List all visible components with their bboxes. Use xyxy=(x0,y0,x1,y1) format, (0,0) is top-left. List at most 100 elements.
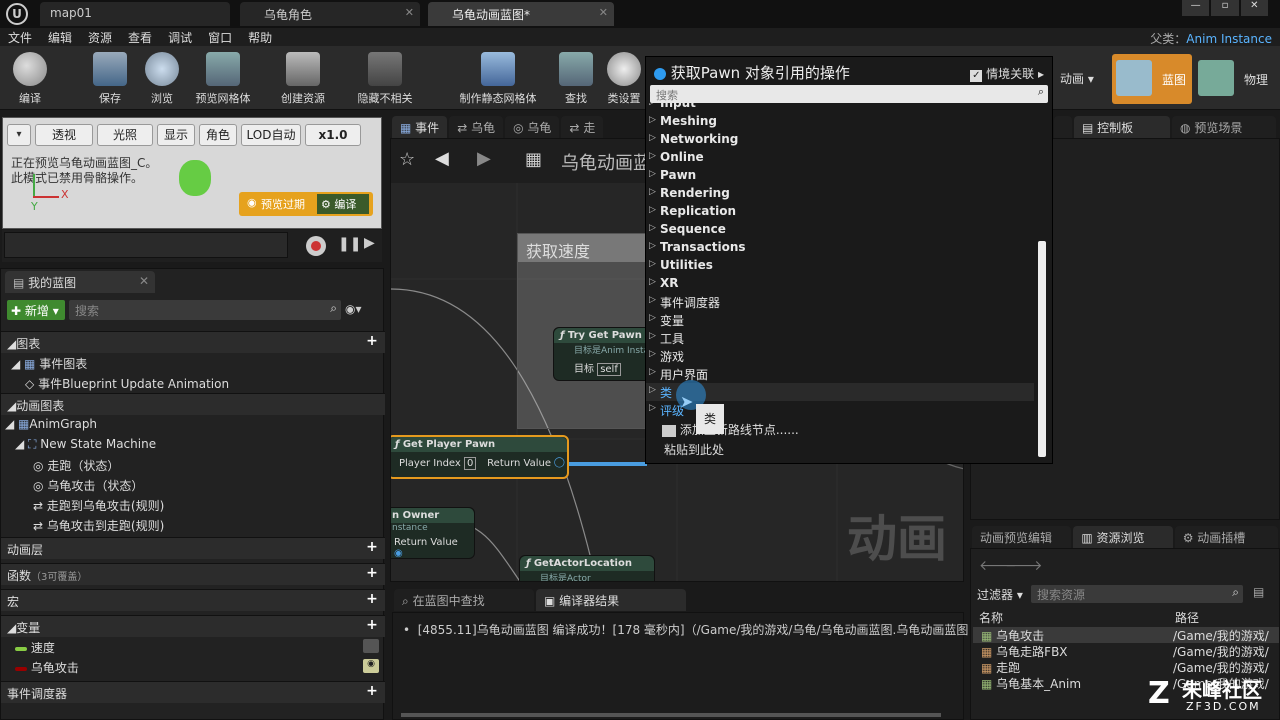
scale-button[interactable]: x1.0 xyxy=(305,124,361,146)
add-dispatcher-button[interactable]: + xyxy=(365,684,379,698)
tree-anim-graph[interactable]: ◢ ▦AnimGraph xyxy=(1,415,385,435)
compiler-scrollbar[interactable] xyxy=(401,713,941,717)
character-button[interactable]: 角色 xyxy=(199,124,237,146)
browse-button[interactable]: 浏览 xyxy=(134,50,190,108)
category-variables[interactable]: 变量 xyxy=(646,311,1052,329)
forward-arrow-icon[interactable]: 🡒 xyxy=(1005,557,1043,574)
preview-mesh-button[interactable]: 预览网格体 xyxy=(188,50,258,108)
compile-button[interactable]: 编译 xyxy=(2,50,58,108)
add-graph-button[interactable]: + xyxy=(365,334,379,348)
variable-speed[interactable]: 速度 xyxy=(1,637,385,657)
minimize-button[interactable]: — xyxy=(1182,0,1210,16)
new-button[interactable]: ✚ 新增 ▾ xyxy=(7,300,65,320)
preview-expired-badge[interactable]: ◉ 预览过期 ⚙ 编译 xyxy=(239,192,373,216)
tree-rule-2[interactable]: ⇄ 乌龟攻击到走跑(规则) xyxy=(1,515,385,535)
class-settings-button[interactable]: 类设置 xyxy=(604,50,644,108)
section-event-dispatchers[interactable]: 事件调度器 + xyxy=(1,681,385,703)
output-pin-icon[interactable]: ◉ xyxy=(394,548,403,559)
add-macro-button[interactable]: + xyxy=(365,592,379,606)
viewport-compile-button[interactable]: ⚙ 编译 xyxy=(317,194,369,214)
tree-run-state[interactable]: ◎ 走跑（状态） xyxy=(1,455,385,475)
tree-event-bp-update[interactable]: ◇ 事件Blueprint Update Animation xyxy=(1,373,385,393)
category-networking[interactable]: Networking xyxy=(646,131,1052,149)
viewport-options-button[interactable]: ▾ xyxy=(7,124,31,146)
table-row[interactable]: ▦ 乌龟攻击/Game/我的游戏/ xyxy=(973,627,1279,643)
viewport-panel[interactable]: ▾ 透视 光照 显示 角色 LOD自动 x1.0 正在预览乌龟动画蓝图_C。 此… xyxy=(2,117,382,229)
make-static-mesh-button[interactable]: 制作静态网格体 xyxy=(452,50,544,108)
tab-find-in-blueprint[interactable]: ⌕ 在蓝图中查找 xyxy=(394,589,534,611)
hide-unrelated-button[interactable]: 隐藏不相关 xyxy=(352,50,418,108)
asset-search-input[interactable]: 搜索资源 ⌕ xyxy=(1031,585,1243,603)
tree-event-graph[interactable]: ◢ ▦ 事件图表 xyxy=(1,353,385,373)
tab-details[interactable] xyxy=(1054,116,1072,138)
variable-attack[interactable]: 乌龟攻击 ◉ xyxy=(1,657,385,677)
save-button[interactable]: 保存 xyxy=(82,50,138,108)
menu-file[interactable]: 文件 xyxy=(8,29,32,46)
tree-rule-1[interactable]: ⇄ 走跑到乌龟攻击(规则) xyxy=(1,495,385,515)
add-variable-button[interactable]: + xyxy=(365,618,379,632)
section-graphs[interactable]: ◢图表 + xyxy=(1,331,385,353)
animation-mode-button[interactable]: 动画 ▾ xyxy=(1060,70,1094,87)
category-user-interface[interactable]: 用户界面 xyxy=(646,365,1052,383)
tab-control-panel[interactable]: ▤ 控制板 xyxy=(1074,116,1170,138)
pause-button[interactable]: ❚❚ xyxy=(338,236,361,252)
menu-asset[interactable]: 资源 xyxy=(88,29,112,46)
context-sensitive-toggle[interactable]: ✓ 情境关联 ▸ xyxy=(970,65,1044,82)
add-anim-layer-button[interactable]: + xyxy=(365,540,379,554)
category-transactions[interactable]: Transactions xyxy=(646,239,1052,257)
col-path-header[interactable]: 路径 xyxy=(1175,609,1199,626)
create-asset-button[interactable]: 创建资源 xyxy=(272,50,334,108)
tab-preview-scene[interactable]: ◍ 预览场景 xyxy=(1172,116,1276,138)
menu-edit[interactable]: 编辑 xyxy=(48,29,72,46)
graph-breadcrumb[interactable]: 乌龟动画蓝 xyxy=(561,149,651,175)
physics-mode-button[interactable]: 物理 xyxy=(1196,54,1276,104)
paste-here-item[interactable]: 粘贴到此处 xyxy=(646,439,1052,459)
add-function-button[interactable]: + xyxy=(365,566,379,580)
category-utilities[interactable]: Utilities xyxy=(646,257,1052,275)
output-pin-icon[interactable]: ◯ xyxy=(554,457,565,468)
back-arrow-icon[interactable]: ◀ xyxy=(435,148,449,169)
blueprint-mode-button[interactable]: 蓝图 xyxy=(1112,54,1192,104)
col-name-header[interactable]: 名称 xyxy=(979,609,1003,626)
category-meshing[interactable]: Meshing xyxy=(646,113,1052,131)
tab-turtle-character[interactable]: 乌龟角色 ✕ xyxy=(240,2,420,26)
timeline-scrubber[interactable] xyxy=(4,232,288,258)
play-button[interactable]: ▶ xyxy=(364,235,375,251)
tab-graph-2[interactable]: ⇄ 乌龟 xyxy=(449,116,504,138)
category-sequence[interactable]: Sequence xyxy=(646,221,1052,239)
close-icon[interactable]: ✕ xyxy=(405,6,414,19)
tab-anim-slot[interactable]: ⚙ 动画插槽 xyxy=(1174,526,1278,548)
category-rendering[interactable]: Rendering xyxy=(646,185,1052,203)
close-window-button[interactable]: ✕ xyxy=(1240,0,1268,16)
category-tools[interactable]: 工具 xyxy=(646,329,1052,347)
tree-attack-state[interactable]: ◎ 乌龟攻击（状态） xyxy=(1,475,385,495)
ue-logo-icon[interactable]: U xyxy=(6,3,28,25)
tab-graph-4[interactable]: ⇄ 走 xyxy=(561,116,604,138)
tab-event-graph[interactable]: ▦ 事件 xyxy=(392,116,448,138)
category-online[interactable]: Online xyxy=(646,149,1052,167)
section-variables[interactable]: ◢变量 + xyxy=(1,615,385,637)
perspective-button[interactable]: 透视 xyxy=(35,124,93,146)
forward-arrow-icon[interactable]: ▶ xyxy=(477,148,491,169)
checkbox-icon[interactable]: ✓ xyxy=(970,70,983,82)
find-button[interactable]: 查找 xyxy=(548,50,604,108)
action-list-scrollbar[interactable] xyxy=(1038,241,1046,457)
close-icon[interactable]: ✕ xyxy=(139,274,149,288)
favorite-star-icon[interactable]: ☆ xyxy=(399,149,415,170)
view-options-icon[interactable]: ▤ xyxy=(1253,585,1264,599)
tab-content-browser[interactable]: ▥ 资源浏览 xyxy=(1073,526,1173,548)
tree-state-machine[interactable]: ◢ ⛶ New State Machine xyxy=(1,435,385,455)
mybp-search-input[interactable]: 搜索 ⌕ xyxy=(69,300,341,320)
category-xr[interactable]: XR xyxy=(646,275,1052,293)
action-search-input[interactable]: 搜索 ⌕ xyxy=(650,85,1048,103)
my-blueprint-tab[interactable]: ▤ 我的蓝图 ✕ xyxy=(5,271,155,293)
tab-turtle-anim-bp[interactable]: 乌龟动画蓝图* ✕ xyxy=(428,2,614,26)
maximize-button[interactable]: ▫ xyxy=(1211,0,1239,16)
lod-button[interactable]: LOD自动 xyxy=(241,124,301,146)
menu-window[interactable]: 窗口 xyxy=(208,29,232,46)
menu-help[interactable]: 帮助 xyxy=(248,29,272,46)
menu-debug[interactable]: 调试 xyxy=(168,29,192,46)
category-game[interactable]: 游戏 xyxy=(646,347,1052,365)
category-pawn[interactable]: Pawn xyxy=(646,167,1052,185)
parent-class-link[interactable]: Anim Instance xyxy=(1186,32,1272,46)
